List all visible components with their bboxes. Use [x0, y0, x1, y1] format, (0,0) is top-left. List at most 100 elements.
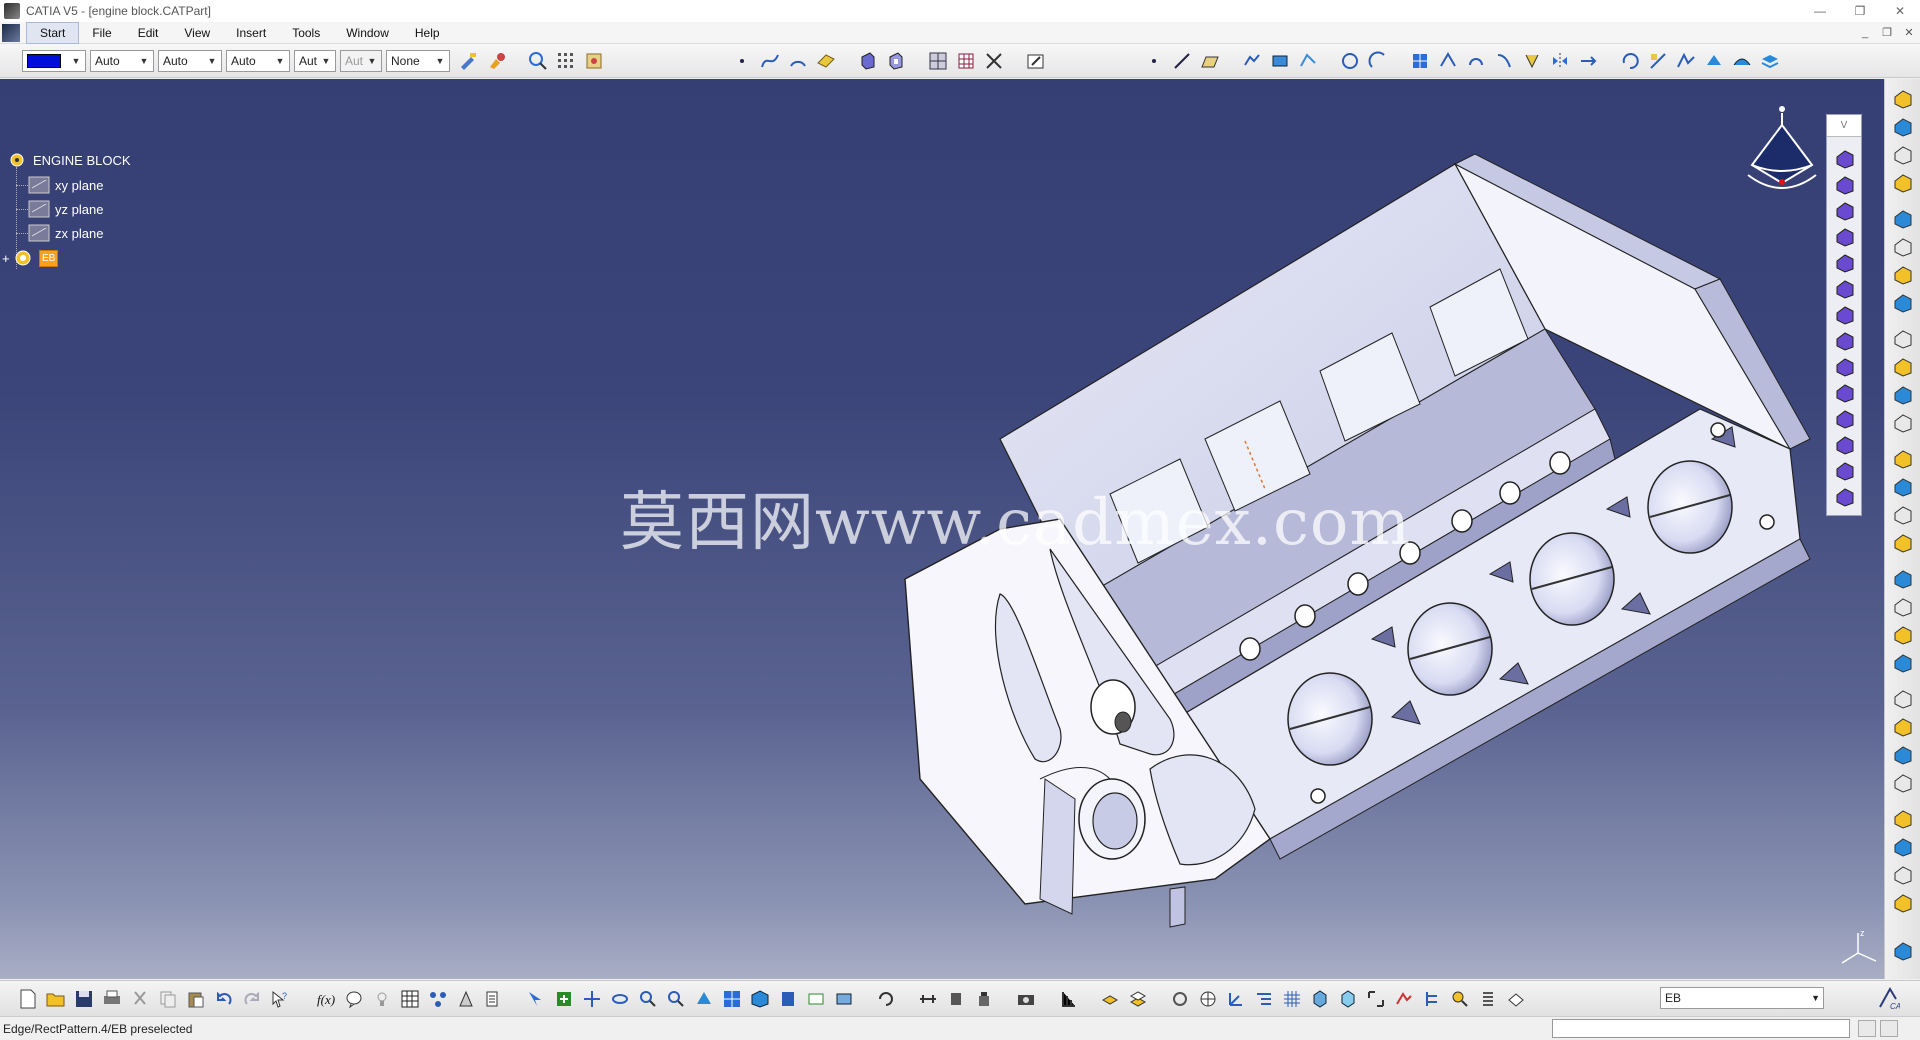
mirror-icon[interactable] [1548, 49, 1572, 73]
analysis-icon[interactable] [1392, 987, 1416, 1011]
polyline-icon[interactable] [1296, 49, 1320, 73]
menu-file[interactable]: File [79, 23, 124, 43]
groove-icon[interactable] [1833, 329, 1857, 353]
add-icon[interactable] [1891, 651, 1915, 675]
compass-icon[interactable] [1742, 105, 1822, 215]
hide-show-icon[interactable] [804, 987, 828, 1011]
replace-face-icon[interactable] [1891, 503, 1915, 527]
corner-icon[interactable] [1520, 49, 1544, 73]
whats-this-icon[interactable]: ? [268, 987, 292, 1011]
remove-icon[interactable] [1891, 687, 1915, 711]
doc-restore-button[interactable]: ❐ [1876, 22, 1898, 44]
paint-brush-icon[interactable] [484, 49, 508, 73]
zoom-in-icon[interactable] [636, 987, 660, 1011]
sketch-icon[interactable] [1024, 49, 1048, 73]
arc-tool-icon[interactable] [1366, 49, 1390, 73]
swap-space-icon[interactable] [832, 987, 856, 1011]
multi-view-icon[interactable] [720, 987, 744, 1011]
union-trim-icon[interactable] [1891, 743, 1915, 767]
measure-icon[interactable] [916, 987, 940, 1011]
status-button-2[interactable] [1880, 1020, 1898, 1037]
painter-icon[interactable] [456, 49, 480, 73]
menu-edit[interactable]: Edit [125, 23, 172, 43]
minimize-button[interactable]: — [1800, 0, 1840, 22]
normal-view-icon[interactable] [692, 987, 716, 1011]
multi-pocket-icon[interactable] [1833, 277, 1857, 301]
axis-icon[interactable] [1891, 807, 1915, 831]
menu-insert[interactable]: Insert [223, 23, 279, 43]
rotate-view-icon[interactable] [608, 987, 632, 1011]
point-icon[interactable] [1891, 863, 1915, 887]
knowledge-icon[interactable] [342, 987, 366, 1011]
catia-logo-icon[interactable]: CATIA [1876, 986, 1900, 1011]
design-table-icon[interactable] [398, 987, 422, 1011]
point-symbol-combo[interactable]: Aut ▼ [294, 49, 336, 72]
grid-icon[interactable] [1280, 987, 1304, 1011]
3d-viewport[interactable]: ENGINE BLOCK xy plane yz plane zx plane … [0, 79, 1884, 979]
pattern-icon[interactable] [1891, 567, 1915, 591]
table-icon[interactable] [954, 49, 978, 73]
iso-view-icon[interactable] [748, 987, 772, 1011]
remove-face-icon[interactable] [1891, 475, 1915, 499]
multi-view-icon[interactable] [926, 49, 950, 73]
scale-icon[interactable] [1646, 49, 1670, 73]
catia-logo-icon[interactable] [1891, 939, 1915, 963]
pad-icon[interactable] [856, 49, 880, 73]
sketcher-icon[interactable] [1891, 87, 1915, 111]
restore-button[interactable]: ❐ [1840, 0, 1880, 22]
current-body-combo[interactable]: EB ▼ [1660, 987, 1824, 1009]
menu-start[interactable]: Start [26, 21, 80, 44]
repetition-icon[interactable] [1168, 987, 1192, 1011]
zoom-out-icon[interactable] [664, 987, 688, 1011]
draft-icon[interactable] [1891, 355, 1915, 379]
sketch-tools-icon[interactable] [982, 49, 1006, 73]
transparency-combo[interactable]: Auto ▼ [90, 49, 154, 72]
open-file-icon[interactable] [44, 987, 68, 1011]
fillet-icon[interactable] [1891, 291, 1915, 315]
search-icon[interactable] [1448, 987, 1472, 1011]
catalog-icon[interactable] [426, 987, 450, 1011]
loft-icon[interactable] [1833, 459, 1857, 483]
tree-icon[interactable] [1252, 987, 1276, 1011]
cut-icon[interactable] [128, 987, 152, 1011]
list-icon[interactable] [482, 987, 506, 1011]
line-thickness-combo[interactable]: Auto ▼ [158, 49, 222, 72]
text-icon[interactable] [1891, 207, 1915, 231]
snap-icon[interactable] [582, 49, 606, 73]
layer-combo[interactable]: None ▼ [386, 49, 450, 72]
constraint-icon[interactable] [1408, 49, 1432, 73]
new-file-icon[interactable] [16, 987, 40, 1011]
translate-icon[interactable] [1576, 49, 1600, 73]
part-design-floating-toolbar[interactable]: V [1826, 114, 1862, 516]
plane-icon[interactable] [814, 49, 838, 73]
render-style-icon[interactable] [776, 987, 800, 1011]
stiffener-icon[interactable] [1833, 433, 1857, 457]
dimension-icon[interactable] [1891, 235, 1915, 259]
menu-view[interactable]: View [171, 23, 223, 43]
multi-pad-icon[interactable] [1833, 199, 1857, 223]
copy-icon[interactable] [156, 987, 180, 1011]
part-icon[interactable] [1504, 987, 1528, 1011]
dress-up-icon[interactable] [1702, 49, 1726, 73]
surface-icon[interactable] [1730, 49, 1754, 73]
profile-icon[interactable] [1891, 171, 1915, 195]
measure-icon[interactable] [1891, 263, 1915, 287]
status-button-1[interactable] [1858, 1020, 1876, 1037]
analysis-icon[interactable] [1674, 49, 1698, 73]
rib-icon[interactable] [1833, 381, 1857, 405]
sketch-icon[interactable] [1308, 987, 1332, 1011]
save-icon[interactable] [72, 987, 96, 1011]
pocket-icon[interactable] [884, 49, 908, 73]
boolean-icon[interactable] [1126, 987, 1150, 1011]
grid-icon[interactable] [554, 49, 578, 73]
hole-icon[interactable] [1833, 355, 1857, 379]
menu-tools[interactable]: Tools [279, 23, 333, 43]
surface-icon[interactable] [1364, 987, 1388, 1011]
floating-toolbar-title[interactable]: V [1827, 115, 1861, 137]
body-icon[interactable] [1098, 987, 1122, 1011]
select-icon[interactable] [524, 987, 548, 1011]
select-arrow-icon[interactable] [1891, 115, 1915, 139]
globe-icon[interactable] [1196, 987, 1220, 1011]
intersect-icon[interactable] [1891, 715, 1915, 739]
arc-icon[interactable] [786, 49, 810, 73]
